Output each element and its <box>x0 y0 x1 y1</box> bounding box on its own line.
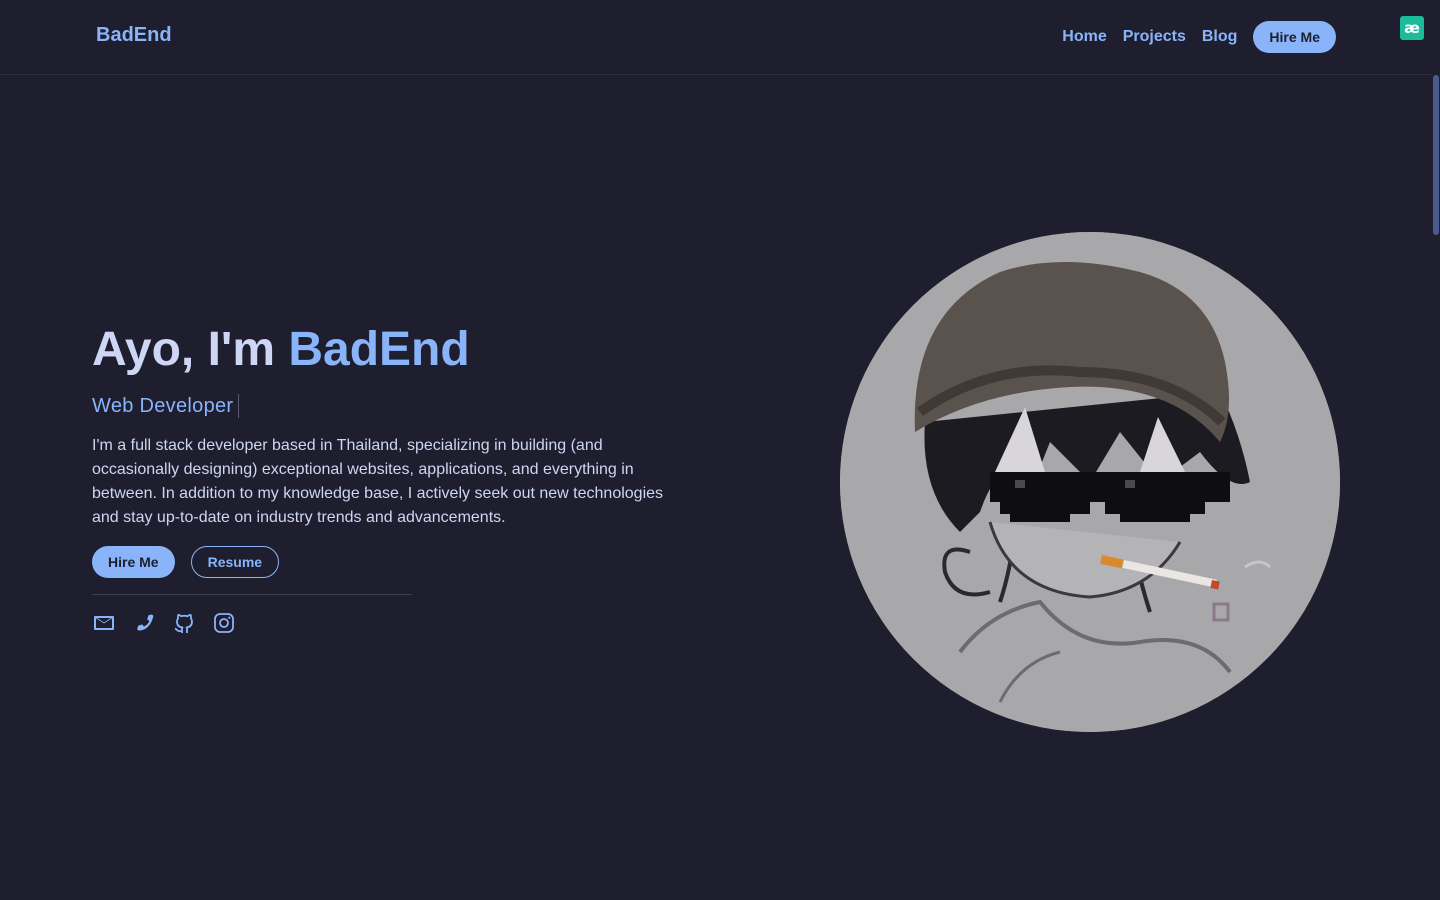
nav-link-blog[interactable]: Blog <box>1202 28 1238 46</box>
instagram-icon[interactable] <box>212 611 236 635</box>
avatar <box>840 232 1340 732</box>
nav-links: Home Projects Blog Hire Me <box>1062 21 1336 53</box>
nav-link-projects[interactable]: Projects <box>1123 28 1186 46</box>
brand-logo[interactable]: BadEnd <box>96 24 172 47</box>
hero-bio: I'm a full stack developer based in Thai… <box>92 437 664 526</box>
mail-icon[interactable] <box>92 611 116 635</box>
scrollbar-thumb[interactable] <box>1433 75 1439 235</box>
github-icon[interactable] <box>172 611 196 635</box>
hero-name: BadEnd <box>288 323 470 376</box>
nav-link-home[interactable]: Home <box>1062 28 1106 46</box>
hero-role: Web Developer <box>92 394 234 417</box>
phone-icon[interactable] <box>132 611 156 635</box>
nav-hire-me-button[interactable]: Hire Me <box>1253 21 1336 53</box>
typing-caret <box>238 394 240 418</box>
social-links <box>92 611 712 635</box>
hero-actions: Hire Me Resume <box>92 546 712 578</box>
hero-headline: Ayo, I'm BadEnd <box>92 320 712 380</box>
avatar-illustration <box>840 232 1340 732</box>
extension-badge-icon[interactable]: æ <box>1400 16 1424 40</box>
role-line: Web Developer <box>92 392 712 420</box>
divider <box>92 594 412 595</box>
hero-greeting: Ayo, I'm <box>92 323 289 376</box>
hire-me-button[interactable]: Hire Me <box>92 546 175 578</box>
scrollbar[interactable] <box>1432 75 1440 900</box>
navbar: BadEnd Home Projects Blog Hire Me <box>0 0 1432 75</box>
resume-button[interactable]: Resume <box>190 546 280 578</box>
hero-section: Ayo, I'm BadEnd Web Developer I'm a full… <box>92 320 712 635</box>
page: BadEnd Home Projects Blog Hire Me æ Ayo,… <box>0 0 1440 900</box>
